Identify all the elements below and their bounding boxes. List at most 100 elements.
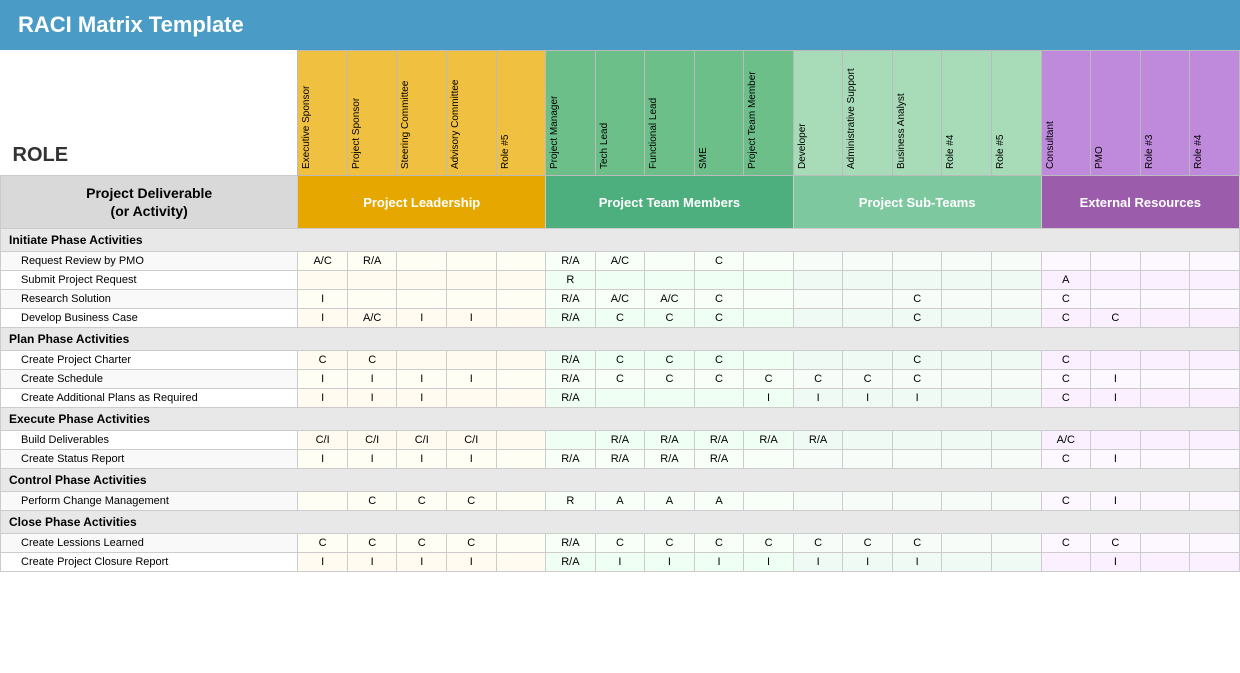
raci-cell xyxy=(942,534,992,553)
raci-cell xyxy=(1140,290,1190,309)
raci-cell xyxy=(1140,271,1190,290)
activity-label: Create Status Report xyxy=(1,450,298,469)
raci-cell xyxy=(1140,553,1190,572)
raci-cell xyxy=(1190,553,1240,572)
page-title: RACI Matrix Template xyxy=(0,0,1240,50)
raci-cell xyxy=(942,431,992,450)
raci-cell: I xyxy=(298,553,348,572)
raci-cell xyxy=(1140,450,1190,469)
raci-cell: C xyxy=(397,534,447,553)
raci-cell xyxy=(496,252,546,271)
raci-cell xyxy=(694,271,744,290)
activity-row: Create Status ReportIIIIR/AR/AR/AR/ACI xyxy=(1,450,1240,469)
raci-cell xyxy=(1140,534,1190,553)
activity-label: Request Review by PMO xyxy=(1,252,298,271)
raci-cell: R/A xyxy=(546,389,596,408)
raci-cell: I xyxy=(892,389,942,408)
col-header-1: Project Sponsor xyxy=(349,53,364,173)
raci-cell: R xyxy=(546,492,596,511)
activity-label: Create Project Closure Report xyxy=(1,553,298,572)
leadership-group-header: Project Leadership xyxy=(298,176,546,229)
activity-label: Build Deliverables xyxy=(1,431,298,450)
raci-cell: C xyxy=(744,534,794,553)
raci-cell: I xyxy=(1091,450,1141,469)
raci-cell: R/A xyxy=(595,431,645,450)
raci-cell xyxy=(496,553,546,572)
raci-cell: C xyxy=(645,534,695,553)
raci-cell: C xyxy=(892,290,942,309)
activity-row: Create Additional Plans as RequiredIIIR/… xyxy=(1,389,1240,408)
raci-cell: C xyxy=(1041,534,1091,553)
raci-cell: A xyxy=(1041,271,1091,290)
raci-cell: C xyxy=(645,351,695,370)
col-header-7: Functional Lead xyxy=(646,53,661,173)
phase-row: Initiate Phase Activities xyxy=(1,229,1240,252)
raci-cell xyxy=(1190,370,1240,389)
raci-cell: I xyxy=(298,290,348,309)
raci-cell: A xyxy=(595,492,645,511)
raci-cell xyxy=(892,450,942,469)
external-group-header: External Resources xyxy=(1041,176,1239,229)
activity-row: Submit Project RequestRA xyxy=(1,271,1240,290)
raci-cell xyxy=(447,389,497,408)
raci-cell xyxy=(892,492,942,511)
raci-cell xyxy=(992,450,1042,469)
raci-cell: C xyxy=(595,534,645,553)
col-header-4: Role #5 xyxy=(498,53,513,173)
raci-cell xyxy=(942,492,992,511)
raci-cell: C xyxy=(694,370,744,389)
col-header-13: Role #4 xyxy=(943,53,958,173)
raci-cell xyxy=(942,389,992,408)
raci-cell: R xyxy=(546,271,596,290)
raci-cell xyxy=(447,351,497,370)
raci-cell xyxy=(1190,389,1240,408)
raci-cell xyxy=(744,309,794,328)
activity-label: Create Additional Plans as Required xyxy=(1,389,298,408)
raci-cell: C xyxy=(892,351,942,370)
raci-cell: I xyxy=(447,450,497,469)
raci-cell: R/A xyxy=(546,370,596,389)
col-header-3: Advisory Committee xyxy=(448,53,463,173)
raci-cell xyxy=(1190,309,1240,328)
raci-cell: I xyxy=(645,553,695,572)
raci-cell: C xyxy=(645,370,695,389)
activity-row: Create Lessions LearnedCCCCR/ACCCCCCCCC xyxy=(1,534,1240,553)
raci-cell xyxy=(496,389,546,408)
raci-cell: A/C xyxy=(298,252,348,271)
raci-cell: R/A xyxy=(347,252,397,271)
raci-cell xyxy=(645,389,695,408)
team-group-header: Project Team Members xyxy=(546,176,794,229)
col-header-12: Business Analyst xyxy=(894,53,909,173)
col-header-9: Project Team Member xyxy=(745,53,760,173)
raci-cell xyxy=(942,553,992,572)
raci-cell: C xyxy=(298,534,348,553)
raci-cell xyxy=(447,271,497,290)
raci-cell: C xyxy=(793,534,843,553)
raci-cell: A xyxy=(694,492,744,511)
raci-cell: R/A xyxy=(546,252,596,271)
raci-cell: I xyxy=(595,553,645,572)
raci-cell: C/I xyxy=(298,431,348,450)
raci-cell xyxy=(942,351,992,370)
raci-cell xyxy=(496,309,546,328)
raci-cell: A/C xyxy=(645,290,695,309)
phase-header: Plan Phase Activities xyxy=(1,328,1240,351)
raci-cell: C xyxy=(892,534,942,553)
raci-cell xyxy=(744,290,794,309)
raci-cell: C xyxy=(1041,389,1091,408)
raci-cell: I xyxy=(744,553,794,572)
raci-cell: I xyxy=(347,450,397,469)
raci-cell: R/A xyxy=(744,431,794,450)
raci-cell xyxy=(992,252,1042,271)
raci-cell xyxy=(744,351,794,370)
raci-cell xyxy=(397,290,447,309)
raci-cell: C xyxy=(793,370,843,389)
raci-cell: C xyxy=(347,534,397,553)
raci-cell: R/A xyxy=(546,309,596,328)
raci-cell: C xyxy=(1041,351,1091,370)
group-header-row: Project Deliverable(or Activity) Project… xyxy=(1,176,1240,229)
raci-cell: I xyxy=(298,389,348,408)
raci-cell: C xyxy=(397,492,447,511)
raci-cell xyxy=(298,492,348,511)
activity-row: Create ScheduleIIIIR/ACCCCCCCCI xyxy=(1,370,1240,389)
